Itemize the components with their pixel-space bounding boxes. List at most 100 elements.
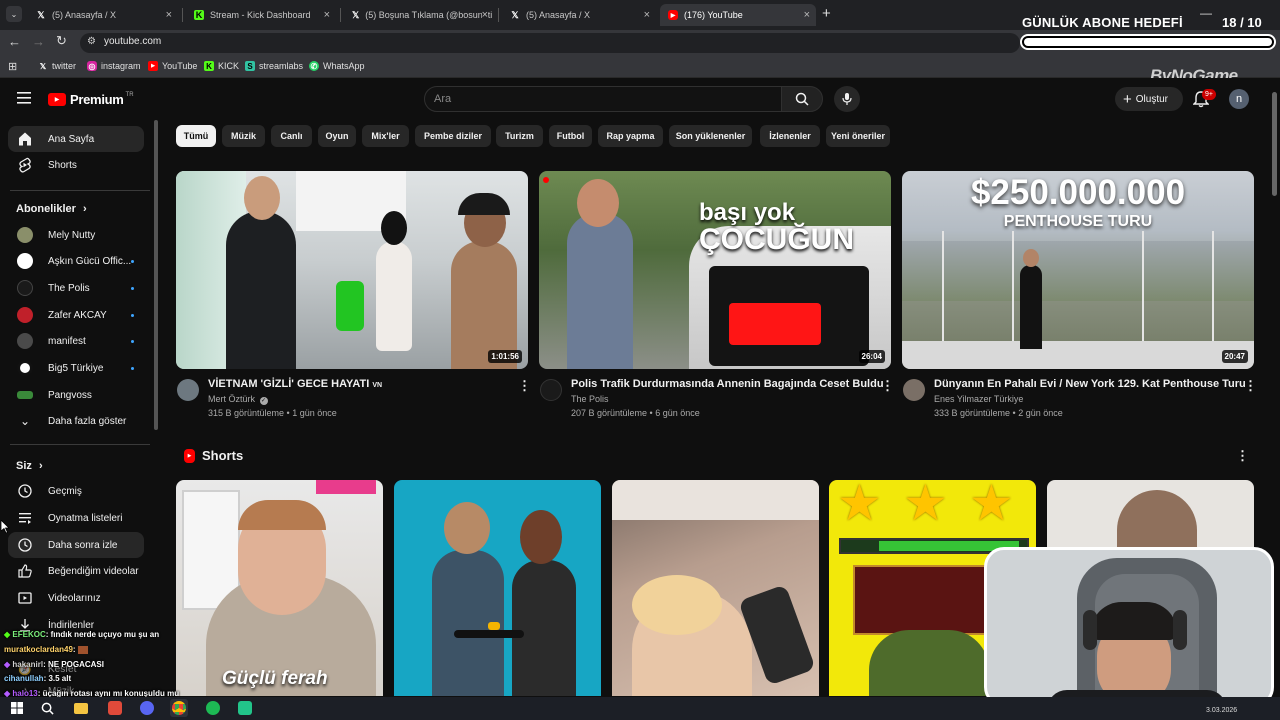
spotify-icon[interactable] <box>204 699 222 717</box>
chrome-icon[interactable] <box>170 699 188 717</box>
browser-tab[interactable]: 𝕏 (5) Anasayfa / X × <box>28 4 178 26</box>
bookmark-instagram[interactable]: ◎ instagram <box>87 61 141 71</box>
bookmark-streamlabs[interactable]: S streamlabs <box>245 61 303 71</box>
you-heading[interactable]: Siz › <box>16 460 43 472</box>
filter-chip[interactable]: Oyun <box>318 125 356 147</box>
sidebar-subscription[interactable]: Aşkın Gücü Offic... <box>8 248 144 274</box>
sidebar-item-watch-later[interactable]: Daha sonra izle <box>8 532 144 558</box>
video-title[interactable]: VİETNAM 'GİZLİ' GECE HAYATI VN <box>208 378 382 390</box>
sidebar-subscription[interactable]: Zafer AKCAY <box>8 302 144 328</box>
video-channel[interactable]: Enes Yilmazer Türkiye <box>934 394 1023 404</box>
search-icon[interactable] <box>38 699 56 717</box>
short-thumbnail[interactable] <box>394 480 601 696</box>
channel-avatar[interactable] <box>903 379 925 401</box>
sidebar-item-home[interactable]: Ana Sayfa <box>8 126 144 152</box>
back-icon[interactable]: ← <box>8 34 21 49</box>
sidebar-item-liked[interactable]: Beğendiğim videolar <box>8 558 144 584</box>
filter-chip[interactable]: Canlı <box>271 125 312 147</box>
bookmark-twitter[interactable]: 𝕏 twitter <box>38 61 76 71</box>
channel-avatar[interactable] <box>540 379 562 401</box>
filter-chip[interactable]: Müzik <box>222 125 265 147</box>
voice-search-button[interactable] <box>834 86 860 112</box>
reload-icon[interactable]: ↻ <box>56 33 67 49</box>
close-tab-icon[interactable]: × <box>481 9 488 21</box>
chat-text: : 3.5 alt <box>43 674 72 683</box>
search-input[interactable] <box>424 86 782 112</box>
chat-username: muratkoclardan49 <box>4 645 73 654</box>
filter-chip[interactable]: Futbol <box>549 125 592 147</box>
mouse-cursor-icon <box>1 520 10 534</box>
bookmark-youtube[interactable]: ▶ YouTube <box>148 61 197 71</box>
browser-tab[interactable]: 𝕏 (5) Boşuna Tıklama (@bosunati × <box>344 4 494 26</box>
browser-tab-active[interactable]: ▶ (176) YouTube × <box>660 4 816 26</box>
tab-search-icon[interactable]: ⌄ <box>6 6 22 22</box>
apps-grid-icon[interactable]: ⊞ <box>8 60 17 73</box>
minimize-window-icon[interactable]: — <box>1200 6 1212 20</box>
filter-chip[interactable]: Son yüklenenler <box>669 125 752 147</box>
filter-chip[interactable]: Pembe diziler <box>415 125 491 147</box>
video-thumbnail[interactable]: 1:01:56 <box>176 171 528 369</box>
close-tab-icon[interactable]: × <box>166 9 172 21</box>
app-icon[interactable] <box>106 699 124 717</box>
sidebar-subscription[interactable]: Mely Nutty <box>8 222 144 248</box>
sidebar-item-shorts[interactable]: Shorts <box>8 152 144 178</box>
filter-chip[interactable]: Tümü <box>176 125 216 147</box>
youtube-premium-logo[interactable]: ▶ Premium TR <box>48 92 134 107</box>
sidebar-item-history[interactable]: Geçmiş <box>8 478 144 504</box>
file-explorer-icon[interactable] <box>72 699 90 717</box>
page-scrollbar[interactable] <box>1272 92 1277 196</box>
subscriber-goal-title: GÜNLÜK ABONE HEDEFİ <box>1022 15 1183 30</box>
video-thumbnail[interactable]: $250.000.000 PENTHOUSE TURU 20:47 <box>902 171 1254 369</box>
more-options-icon[interactable]: ⋮ <box>1244 378 1257 394</box>
app-icon[interactable] <box>236 699 254 717</box>
more-options-icon[interactable]: ⋮ <box>518 378 531 394</box>
short-thumbnail[interactable] <box>612 480 819 696</box>
channel-avatar[interactable] <box>177 379 199 401</box>
sidebar-subscription[interactable]: Pangvoss <box>8 382 144 408</box>
close-tab-icon[interactable]: × <box>644 9 650 21</box>
sidebar-item-playlists[interactable]: Oynatma listeleri <box>8 505 144 531</box>
windows-start-icon[interactable] <box>8 699 26 717</box>
subscription-label: Pangvoss <box>48 389 92 401</box>
filter-chip[interactable]: Rap yapma <box>598 125 663 147</box>
forward-icon[interactable]: → <box>32 34 45 49</box>
new-content-dot <box>131 286 134 290</box>
sidebar-scrollbar[interactable] <box>154 120 158 430</box>
close-tab-icon[interactable]: × <box>324 9 330 21</box>
subscriptions-heading[interactable]: Abonelikler › <box>16 203 87 215</box>
account-avatar[interactable]: n <box>1229 89 1249 109</box>
video-channel[interactable]: The Polis <box>571 394 609 404</box>
video-title[interactable]: Dünyanın En Pahalı Evi / New York 129. K… <box>934 378 1246 390</box>
channel-avatar <box>17 307 33 323</box>
browser-tab[interactable]: K Stream - Kick Dashboard × <box>186 4 336 26</box>
filter-chip[interactable]: Mix'ler <box>362 125 409 147</box>
video-channel[interactable]: Mert Öztürk ✓ <box>208 394 268 405</box>
url-field[interactable] <box>80 33 1020 53</box>
more-options-icon[interactable]: ⋮ <box>1236 448 1249 464</box>
filter-chip[interactable]: Turizm <box>496 125 543 147</box>
sidebar-subscription[interactable]: The Polis <box>8 275 144 301</box>
menu-icon[interactable] <box>17 91 31 109</box>
close-tab-icon[interactable]: × <box>804 9 810 21</box>
subscription-label: Mely Nutty <box>48 229 96 241</box>
create-button[interactable]: + Oluştur <box>1115 87 1183 111</box>
sidebar-item-your-videos[interactable]: Videolarınız <box>8 585 144 611</box>
show-more-button[interactable]: ⌄ Daha fazla göster <box>8 408 144 434</box>
filter-chip[interactable]: İzlenenler <box>760 125 820 147</box>
verified-icon: ✓ <box>259 397 268 405</box>
filter-chip[interactable]: Yeni öneriler <box>826 125 890 147</box>
video-thumbnail[interactable]: başı yok ÇOCUĞUN 26:04 <box>539 171 891 369</box>
more-options-icon[interactable]: ⋮ <box>881 378 894 394</box>
video-title[interactable]: Polis Trafik Durdurmasında Annenin Bagaj… <box>571 378 884 390</box>
chat-username: cihanullah <box>4 674 44 683</box>
bookmark-whatsapp[interactable]: ✆ WhatsApp <box>309 61 365 71</box>
new-tab-button[interactable]: + <box>822 5 831 22</box>
short-thumbnail[interactable]: Güçlü ferah <box>176 480 383 696</box>
sidebar-subscription[interactable]: manifest <box>8 328 144 354</box>
site-info-icon[interactable]: ⚙ <box>87 36 96 47</box>
search-button[interactable] <box>781 86 823 112</box>
discord-icon[interactable] <box>138 699 156 717</box>
sidebar-subscription[interactable]: Big5 Türkiye <box>8 355 144 381</box>
bookmark-kick[interactable]: K KICK <box>204 61 239 71</box>
browser-tab[interactable]: 𝕏 (5) Anasayfa / X × <box>502 4 656 26</box>
